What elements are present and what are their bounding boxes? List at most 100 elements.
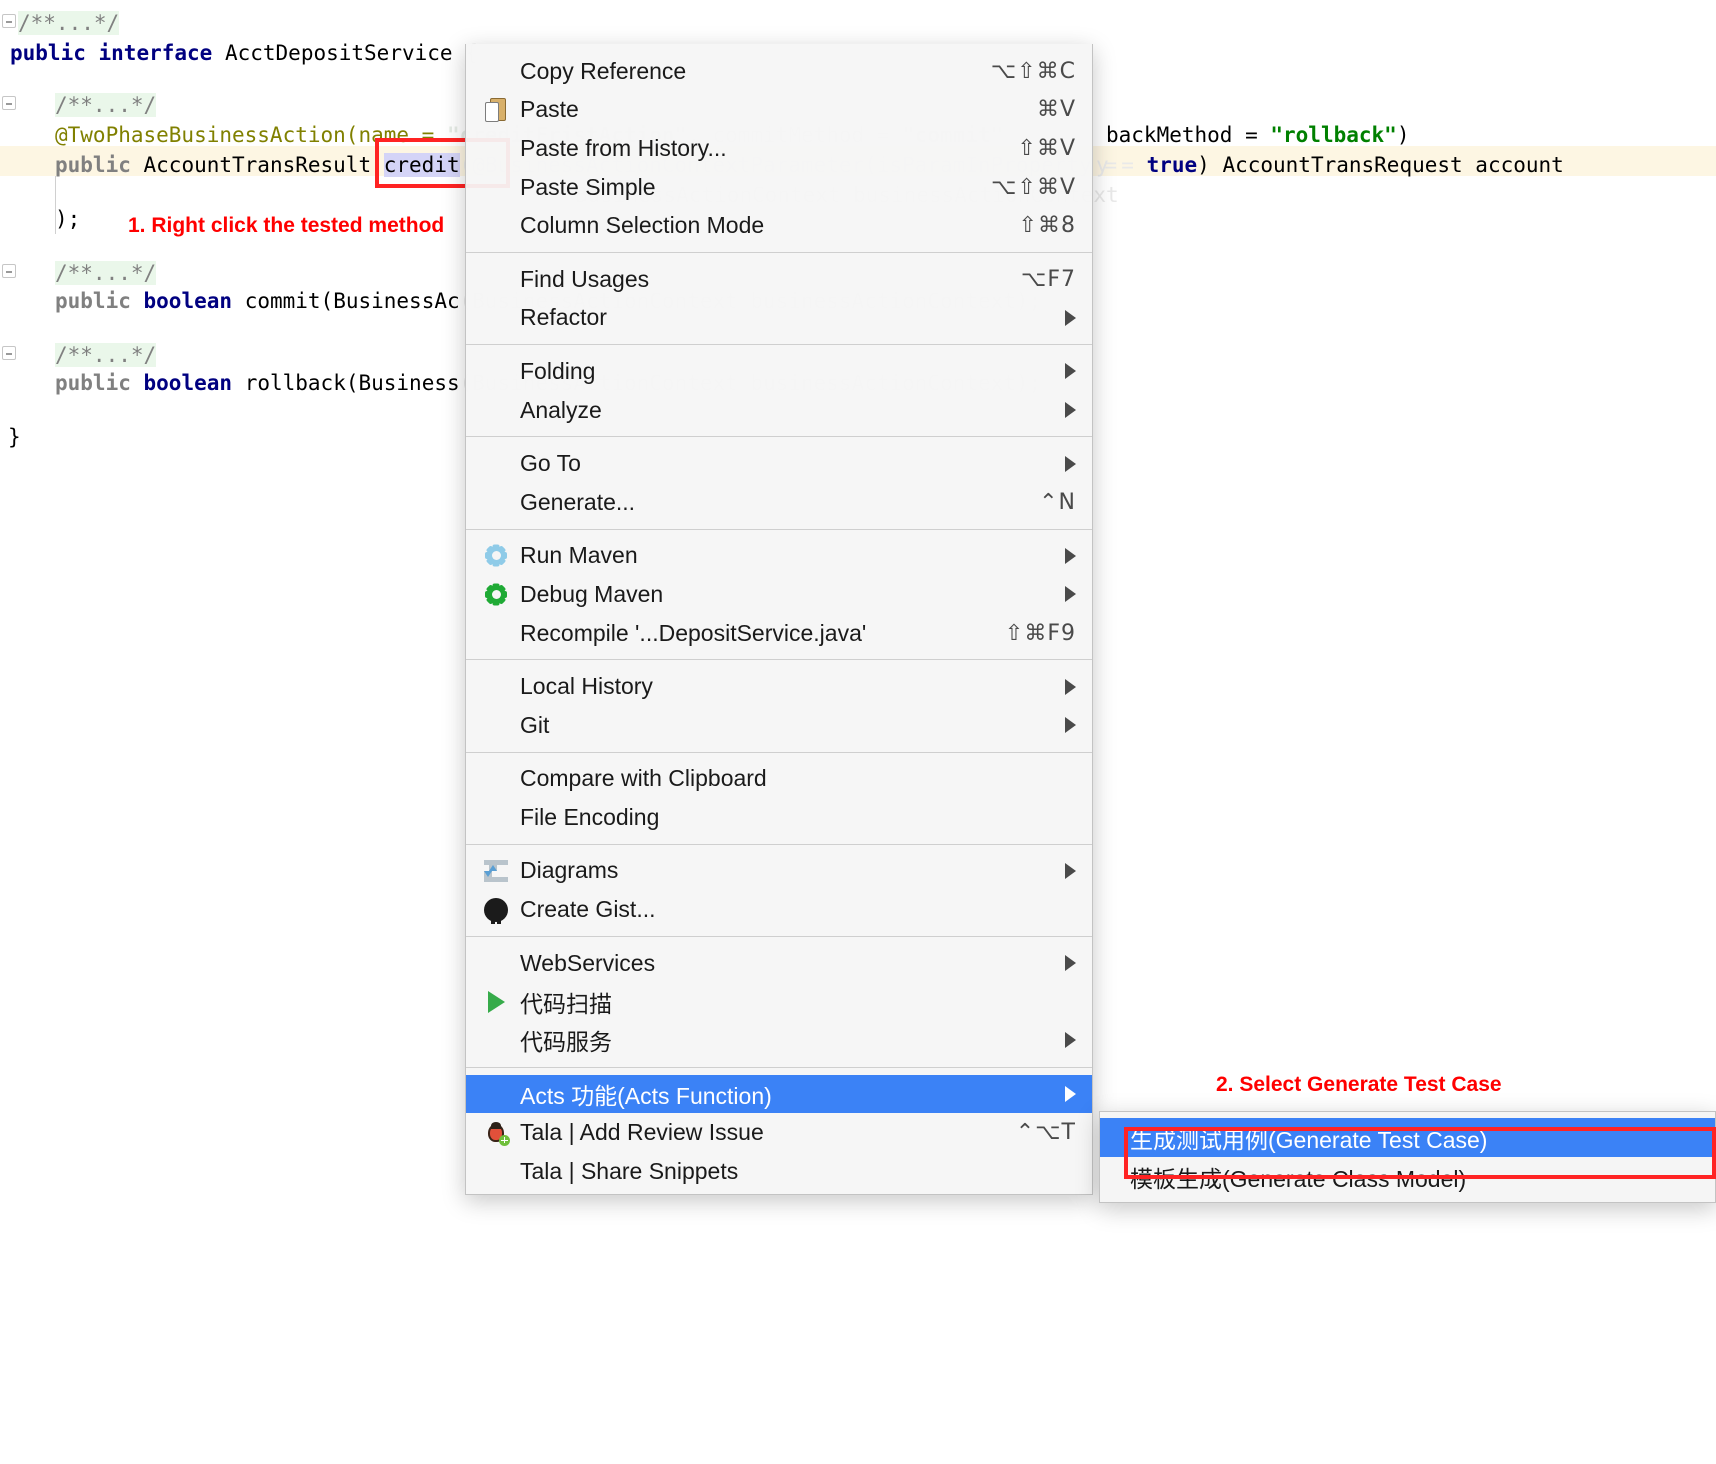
code-line-7: );: [55, 204, 80, 235]
two-phase-annotation: @TwoPhaseBusinessAction: [55, 123, 346, 147]
menu-item-local-history[interactable]: Local History: [466, 667, 1092, 706]
menu-item-paste[interactable]: Paste ⌘V: [466, 91, 1092, 130]
fold-marker[interactable]: [2, 14, 16, 28]
clipboard-icon: [480, 97, 512, 123]
menu-item-folding[interactable]: Folding: [466, 352, 1092, 391]
gear-blue-icon: [480, 543, 512, 569]
param-type: ) AccountTransRequest account: [1197, 153, 1564, 177]
code-line-3: /**...*/: [55, 90, 156, 121]
menu-item-tala-add-review-issue[interactable]: Tala | Add Review Issue⌃⌥T: [466, 1113, 1092, 1152]
context-menu[interactable]: Copy Reference⌥⇧⌘C Paste ⌘V Paste from Hist…: [465, 44, 1093, 1195]
menu-item-paste-simple[interactable]: Paste Simple ⌥⇧⌘V: [466, 168, 1092, 207]
icon-placeholder: [480, 266, 512, 292]
keyword-boolean: boolean: [144, 371, 233, 395]
play-green-icon: [480, 989, 512, 1015]
icon-placeholder: [480, 1081, 512, 1107]
menu-item-label: Acts 功能(Acts Function): [516, 1077, 1049, 1111]
menu-separator: [466, 529, 1092, 530]
diagram-icon: [480, 858, 512, 884]
icon-placeholder: [480, 766, 512, 792]
menu-item-[interactable]: 代码扫描: [466, 982, 1092, 1021]
submenu-arrow-icon: [1065, 863, 1076, 879]
menu-item-paste-from-history[interactable]: Paste from History...⇧⌘V: [466, 129, 1092, 168]
menu-item-label: Compare with Clipboard: [516, 765, 1076, 792]
menu-item-compare-with-clipboard[interactable]: Compare with Clipboard: [466, 760, 1092, 799]
menu-item-column-selection-mode[interactable]: Column Selection Mode⇧⌘8: [466, 206, 1092, 245]
menu-item-analyze[interactable]: Analyze: [466, 391, 1092, 430]
icon-placeholder: [480, 620, 512, 646]
menu-item-label: Create Gist...: [516, 896, 1076, 923]
icon-placeholder: [480, 58, 512, 84]
menu-item-label: Paste Simple: [516, 174, 971, 201]
submenu-arrow-icon: [1065, 717, 1076, 733]
icon-placeholder: [480, 674, 512, 700]
menu-separator: [466, 752, 1092, 753]
fold-marker[interactable]: [2, 346, 16, 360]
menu-separator: [466, 659, 1092, 660]
submenu-arrow-icon: [1065, 310, 1076, 326]
menu-item-recompile-depositservice-java[interactable]: Recompile '...DepositService.java'⇧⌘F9: [466, 614, 1092, 653]
anno-rollback-string: "rollback": [1270, 123, 1396, 147]
code-line-10: /**...*/: [55, 340, 156, 371]
menu-item-label: Git: [516, 712, 1049, 739]
keyword-public: public: [10, 41, 86, 65]
menu-item-label: Debug Maven: [516, 581, 1049, 608]
anno-open: (name =: [346, 123, 447, 147]
fold-marker[interactable]: [2, 96, 16, 110]
menu-item-find-usages[interactable]: Find Usages ⌥F7: [466, 260, 1092, 299]
submenu-arrow-icon: [1065, 955, 1076, 971]
menu-separator: [466, 436, 1092, 437]
menu-item-shortcut: ⌃⌥T: [1016, 1120, 1076, 1145]
menu-item-label: Folding: [516, 358, 1049, 385]
submenu-arrow-icon: [1065, 363, 1076, 379]
menu-item-tala-share-snippets[interactable]: Tala | Share Snippets: [466, 1152, 1092, 1191]
menu-item-shortcut: ⌘V: [1037, 97, 1076, 122]
submenu-arrow-icon: [1065, 586, 1076, 602]
menu-item-shortcut: ⌃N: [1039, 490, 1076, 515]
icon-placeholder: [480, 712, 512, 738]
keyword-public: public: [55, 371, 131, 395]
method-rollback: rollback: [245, 371, 346, 395]
menu-item-label: Find Usages: [516, 266, 1001, 293]
method-commit: commit: [245, 289, 321, 313]
menu-item-shortcut: ⌥⇧⌘V: [991, 175, 1076, 200]
menu-item-file-encoding[interactable]: File Encoding: [466, 798, 1092, 837]
menu-item-label: Run Maven: [516, 542, 1049, 569]
menu-item-debug-maven[interactable]: Debug Maven: [466, 575, 1092, 614]
submenu-arrow-icon: [1065, 402, 1076, 418]
fold-marker[interactable]: [2, 264, 16, 278]
menu-item-create-gist[interactable]: Create Gist...: [466, 890, 1092, 929]
keyword-public: public: [55, 153, 131, 177]
menu-item-label: Paste: [516, 96, 1017, 123]
selected-method-name[interactable]: credit: [384, 153, 460, 177]
return-type: AccountTransResult: [144, 153, 372, 177]
menu-item-webservices[interactable]: WebServices: [466, 944, 1092, 983]
menu-item-run-maven[interactable]: Run Maven: [466, 537, 1092, 576]
menu-item-diagrams[interactable]: Diagrams: [466, 852, 1092, 891]
menu-item-go-to[interactable]: Go To: [466, 444, 1092, 483]
icon-placeholder: [480, 397, 512, 423]
menu-item-acts-acts-function[interactable]: Acts 功能(Acts Function): [466, 1075, 1092, 1114]
icon-placeholder: [480, 174, 512, 200]
code-line-4-tail: backMethod = "rollback"): [1106, 120, 1409, 151]
menu-item-generate[interactable]: Generate... ⌃N: [466, 483, 1092, 522]
bug-icon: [480, 1120, 512, 1146]
acts-function-submenu[interactable]: 生成测试用例(Generate Test Case)模板生成(Generate …: [1099, 1111, 1716, 1203]
submenu-item-label: 生成测试用例(Generate Test Case): [1126, 1121, 1699, 1155]
menu-separator: [466, 252, 1092, 253]
menu-item-refactor[interactable]: Refactor: [466, 299, 1092, 338]
menu-item-label: WebServices: [516, 950, 1049, 977]
submenu-item-1[interactable]: 模板生成(Generate Class Model): [1100, 1157, 1715, 1196]
code-line-2: public interface AcctDepositService {: [10, 38, 478, 69]
menu-item-label: Go To: [516, 450, 1049, 477]
keyword-interface: interface: [99, 41, 213, 65]
menu-item-label: Generate...: [516, 489, 1019, 516]
menu-item-git[interactable]: Git: [466, 706, 1092, 745]
keyword-boolean: boolean: [144, 289, 233, 313]
menu-item-[interactable]: 代码服务: [466, 1021, 1092, 1060]
menu-separator: [466, 936, 1092, 937]
menu-item-copy-reference[interactable]: Copy Reference⌥⇧⌘C: [466, 52, 1092, 91]
menu-separator: [466, 844, 1092, 845]
submenu-item-0[interactable]: 生成测试用例(Generate Test Case): [1100, 1118, 1715, 1157]
menu-item-shortcut: ⌥F7: [1021, 267, 1076, 292]
